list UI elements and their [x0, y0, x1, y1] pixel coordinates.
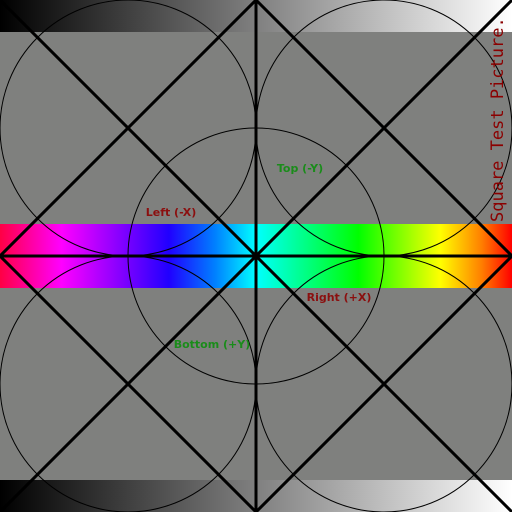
square-test-picture: Top (-Y) Left (-X) Right (+X) Bottom (+Y… [0, 0, 512, 512]
label-bottom: Bottom (+Y) [174, 338, 251, 351]
test-pattern-canvas: Top (-Y) Left (-X) Right (+X) Bottom (+Y… [0, 0, 512, 512]
label-right: Right (+X) [307, 291, 372, 304]
label-top: Top (-Y) [277, 162, 323, 175]
label-left: Left (-X) [146, 206, 197, 219]
vertical-title: Square Test Picture. [488, 17, 508, 222]
reference-lines [0, 0, 512, 512]
